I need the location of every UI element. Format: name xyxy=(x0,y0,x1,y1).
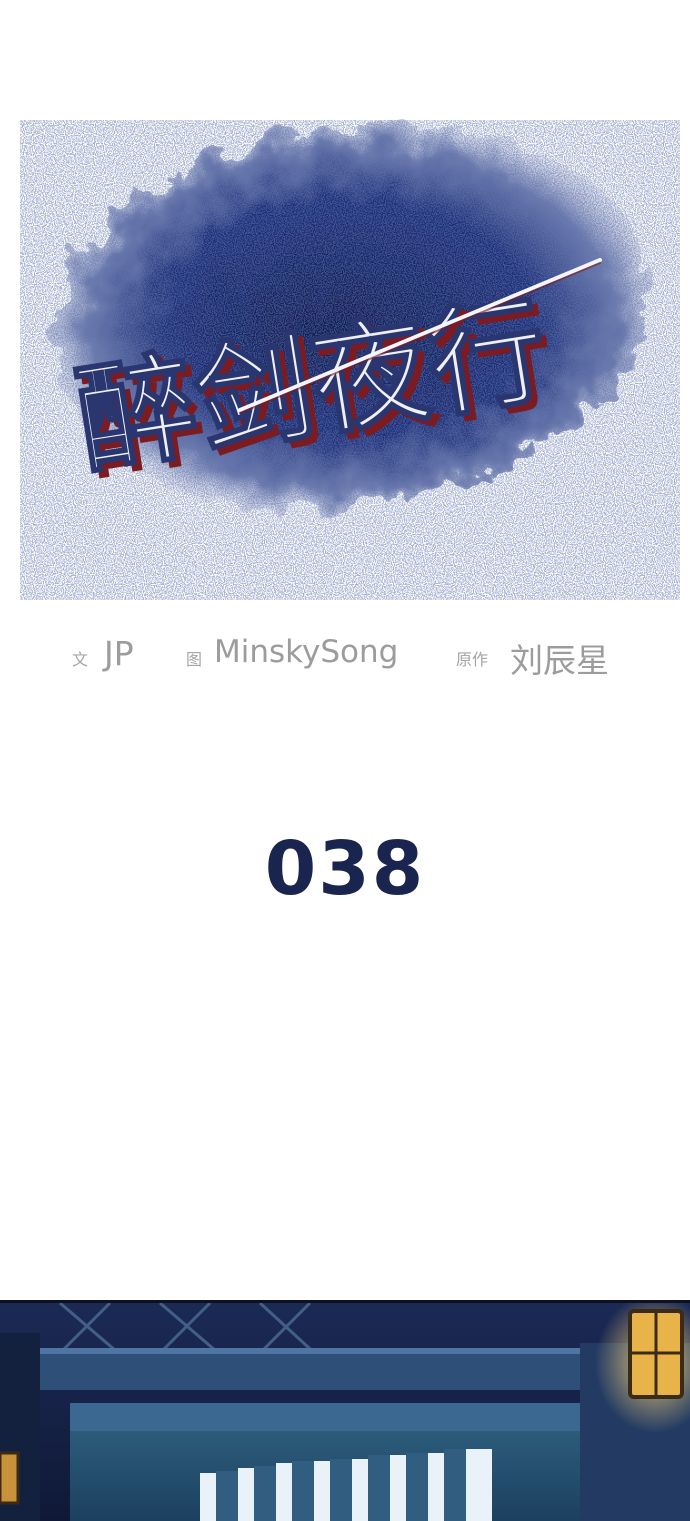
lower-beam xyxy=(70,1403,580,1431)
original-label: 原作 xyxy=(456,650,489,669)
roof-beam xyxy=(40,1348,600,1390)
night-building-illustration xyxy=(0,1303,690,1521)
title-splash: 醉剑夜行 醉剑夜行 xyxy=(0,60,690,620)
credits-line: 文 JP 图 MinskySong 原作 刘辰星 xyxy=(0,630,690,680)
lantern-icon xyxy=(628,1309,684,1399)
chapter-number: 038 xyxy=(264,826,426,912)
comic-page: 醉剑夜行 醉剑夜行 文 JP 图 MinskySong 原作 刘辰星 038 xyxy=(0,0,690,1521)
ink-splash-illustration: 醉剑夜行 醉剑夜行 xyxy=(20,120,680,600)
writer-name: JP xyxy=(104,634,134,673)
artist-label: 图 xyxy=(186,650,203,669)
artist-name: MinskySong xyxy=(214,634,399,670)
scene-panel xyxy=(0,1300,690,1521)
original-name: 刘辰星 xyxy=(510,641,609,680)
small-lantern-icon xyxy=(0,1451,20,1505)
writer-label: 文 xyxy=(72,650,89,669)
